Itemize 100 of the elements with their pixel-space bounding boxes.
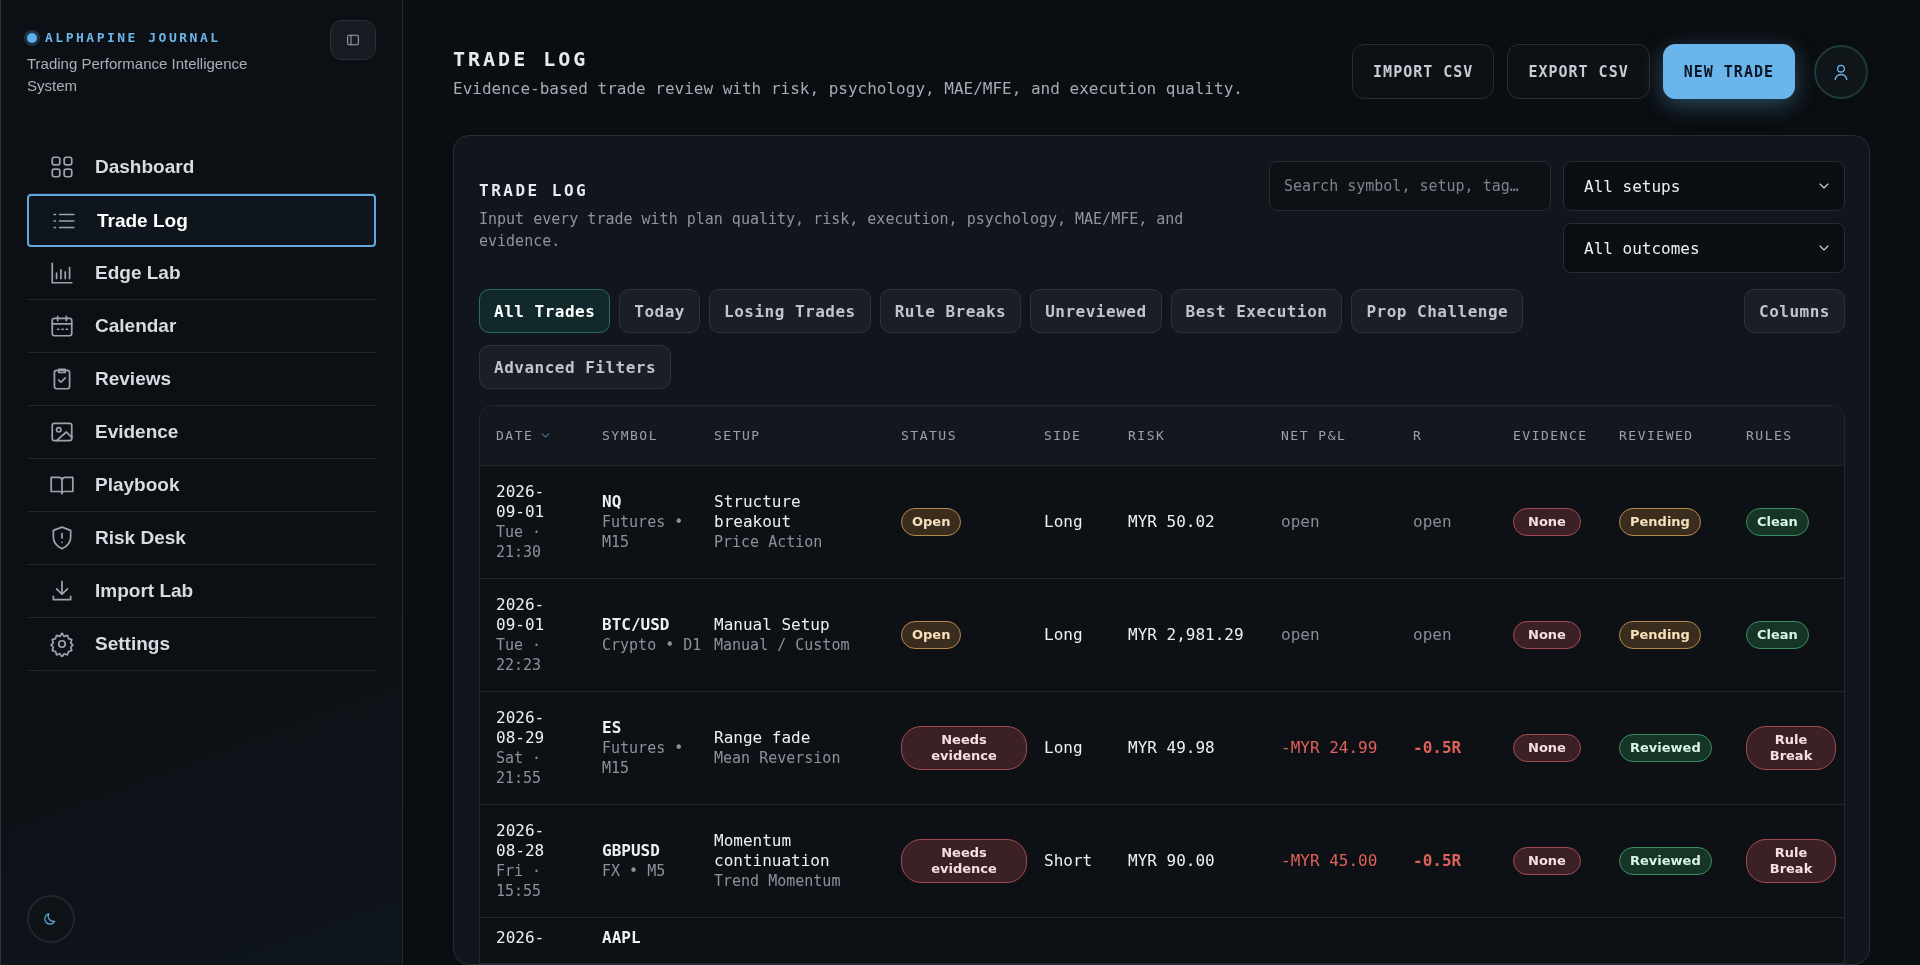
page-subtitle: Evidence-based trade review with risk, psychology, MAE/MFE, and execution quality. — [453, 79, 1243, 98]
setup-name: Momentum continuation — [714, 831, 831, 871]
filter-tab[interactable]: All Trades — [479, 289, 611, 333]
evidence-badge: None — [1513, 621, 1581, 649]
review-badge: Pending — [1619, 508, 1701, 536]
risk-amount: MYR 90.00 — [1128, 851, 1215, 871]
status-badge: Open — [901, 508, 962, 536]
status-badge: Needs evidence — [901, 726, 1027, 770]
market-timeframe: Futures • M15 — [602, 512, 685, 552]
column-header: STATUS — [901, 427, 958, 445]
risk-amount: MYR 2,981.29 — [1128, 625, 1244, 645]
nav-item[interactable]: Reviews — [27, 353, 376, 406]
column-header: SIDE — [1044, 427, 1083, 445]
filter-tab[interactable]: Today — [619, 289, 700, 333]
card-title: TRADE LOG — [479, 181, 590, 200]
nav-item[interactable]: Evidence — [27, 406, 376, 459]
risk-amount: MYR 50.02 — [1128, 512, 1215, 532]
symbol: GBPUSD — [602, 841, 661, 861]
review-badge: Pending — [1619, 621, 1701, 649]
trade-time: Tue · 21:30 — [496, 522, 543, 562]
symbol: BTC/USD — [602, 615, 671, 635]
column-header: RULES — [1746, 427, 1794, 445]
column-header: SYMBOL — [602, 427, 659, 445]
column-header: EVIDENCE — [1513, 427, 1589, 445]
rules-badge: Rule Break — [1746, 839, 1836, 883]
net-pnl: open — [1281, 625, 1320, 645]
sidebar-panel-icon — [345, 32, 361, 48]
status-badge: Needs evidence — [901, 839, 1027, 883]
columns-button[interactable]: Columns — [1744, 289, 1845, 333]
new-trade-button[interactable]: NEW TRADE — [1662, 44, 1795, 99]
trade-time: Fri · 15:55 — [496, 861, 543, 901]
setup-name: Structure breakout — [714, 492, 802, 532]
csv-button[interactable]: IMPORT CSV — [1352, 44, 1495, 99]
rules-badge: Clean — [1746, 621, 1809, 649]
calendar-icon — [49, 313, 75, 339]
nav-item[interactable]: Edge Lab — [27, 247, 376, 300]
nav-item[interactable]: Settings — [27, 618, 376, 671]
advanced-filters-button[interactable]: Advanced Filters — [479, 345, 672, 389]
nav-item[interactable]: Risk Desk — [27, 512, 376, 565]
symbol: AAPL — [602, 928, 642, 948]
trade-side: Long — [1044, 625, 1083, 645]
column-header: REVIEWED — [1619, 427, 1695, 445]
trade-date: 2026-08-28 — [496, 821, 546, 861]
nav-item[interactable]: Import Lab — [27, 565, 376, 618]
page-title: TRADE LOG — [453, 47, 590, 71]
csv-button[interactable]: EXPORT CSV — [1507, 44, 1650, 99]
column-header[interactable]: DATE — [496, 406, 602, 465]
review-badge: Reviewed — [1619, 734, 1712, 762]
column-header: SETUP — [714, 427, 762, 445]
grid-icon — [49, 154, 75, 180]
strategy: Manual / Custom — [714, 635, 851, 655]
brand-name: ALPHAPINE JOURNAL — [45, 30, 221, 45]
net-pnl: open — [1281, 512, 1320, 532]
filter-tab[interactable]: Rule Breaks — [879, 289, 1022, 333]
r-multiple: -0.5R — [1413, 851, 1462, 871]
r-multiple: open — [1413, 512, 1452, 532]
trade-date: 2026- — [496, 928, 546, 948]
status-badge: Open — [901, 621, 962, 649]
symbol: NQ — [602, 492, 623, 512]
search-field[interactable]: Search symbol, setup, tag… — [1269, 161, 1551, 211]
trade-time: Sat · 21:55 — [496, 748, 543, 788]
setup-name: Manual Setup — [714, 615, 831, 635]
rules-badge: Clean — [1746, 508, 1809, 536]
theme-toggle-button[interactable] — [27, 895, 75, 943]
strategy: Trend Momentum — [714, 871, 842, 891]
trade-side: Short — [1044, 851, 1093, 871]
status-dot — [27, 32, 37, 43]
trade-date: 2026-09-01 — [496, 595, 546, 635]
market-timeframe: FX • M5 — [602, 861, 667, 881]
filter-tab[interactable]: Prop Challenge — [1351, 289, 1524, 333]
settings-icon — [49, 631, 75, 657]
nav-item[interactable]: Playbook — [27, 459, 376, 512]
filter-tab[interactable]: Losing Trades — [709, 289, 871, 333]
profile-button[interactable] — [1814, 44, 1868, 99]
tagline: Trading Performance Intelligence System — [27, 54, 249, 96]
r-multiple: open — [1413, 625, 1452, 645]
collapse-sidebar-button[interactable] — [330, 20, 376, 60]
net-pnl: -MYR 24.99 — [1281, 738, 1378, 758]
net-pnl: -MYR 45.00 — [1281, 851, 1378, 871]
evidence-badge: None — [1513, 847, 1581, 875]
shield-icon — [49, 525, 75, 551]
download-icon — [49, 578, 75, 604]
card-description: Input every trade with plan quality, risk, execution, psychology, MAE/MFE, and evidence. — [479, 209, 1185, 252]
strategy: Mean Reversion — [714, 748, 842, 768]
dropdown[interactable]: All outcomes — [1563, 223, 1845, 273]
filter-tab[interactable]: Best Execution — [1170, 289, 1343, 333]
filter-tab[interactable]: Unreviewed — [1030, 289, 1162, 333]
review-badge: Reviewed — [1619, 847, 1712, 875]
nav-item[interactable]: Trade Log — [27, 194, 376, 247]
evidence-badge: None — [1513, 734, 1581, 762]
nav-item[interactable]: Calendar — [27, 300, 376, 353]
dropdown[interactable]: All setups — [1563, 161, 1845, 211]
trade-side: Long — [1044, 738, 1083, 758]
r-multiple: -0.5R — [1413, 738, 1462, 758]
setup-name: Range fade — [714, 728, 812, 748]
trade-date: 2026-09-01 — [496, 482, 546, 522]
column-header: NET P&L — [1281, 427, 1348, 445]
evidence-badge: None — [1513, 508, 1581, 536]
column-header: RISK — [1128, 427, 1167, 445]
symbol: ES — [602, 718, 623, 738]
